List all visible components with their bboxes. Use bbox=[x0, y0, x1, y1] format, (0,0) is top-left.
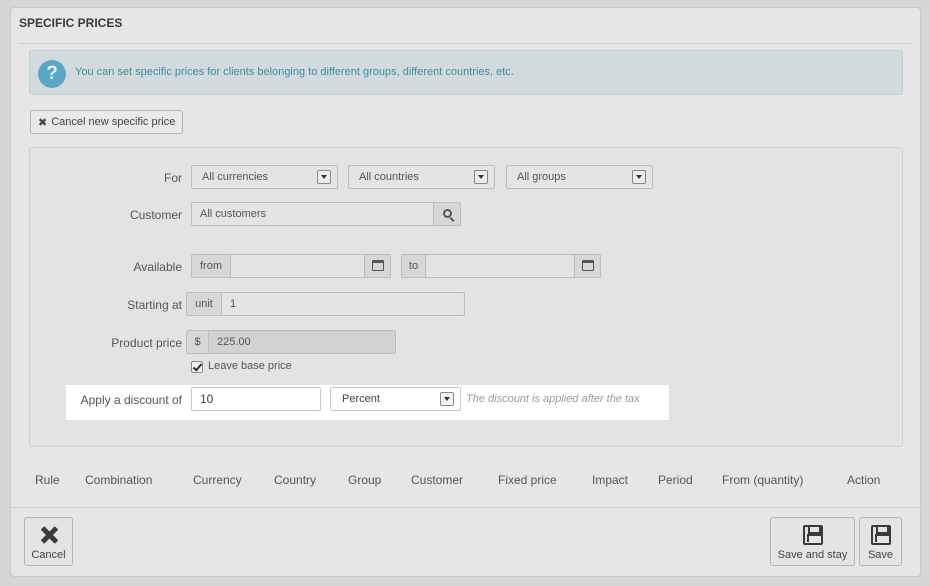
for-label: For bbox=[164, 171, 182, 185]
calendar-icon bbox=[582, 260, 594, 271]
discount-label: Apply a discount of bbox=[80, 393, 182, 407]
from-calendar-button[interactable] bbox=[364, 254, 391, 278]
customer-search-input[interactable]: All customers bbox=[191, 202, 434, 226]
chevron-down-icon bbox=[474, 170, 488, 184]
save-icon bbox=[870, 525, 891, 545]
group-select[interactable]: All groups bbox=[506, 165, 653, 189]
discount-hint: The discount is applied after the tax bbox=[466, 393, 640, 405]
panel-title: SPECIFIC PRICES bbox=[19, 16, 912, 44]
close-icon bbox=[40, 526, 58, 544]
customer-search-button[interactable] bbox=[433, 202, 461, 226]
leave-base-price-label: Leave base price bbox=[208, 360, 292, 372]
currency-symbol-addon: $ bbox=[186, 330, 209, 354]
save-button[interactable]: Save bbox=[859, 517, 902, 566]
column-header-customer: Customer bbox=[411, 473, 464, 487]
chevron-down-icon bbox=[317, 170, 331, 184]
starting-at-input[interactable]: 1 bbox=[221, 292, 465, 316]
to-date-input[interactable] bbox=[425, 254, 575, 278]
from-date-input[interactable] bbox=[230, 254, 365, 278]
discount-amount-input[interactable]: 10 bbox=[191, 387, 321, 411]
column-header-from-quantity: From (quantity) bbox=[722, 473, 804, 487]
column-header-rule: Rule bbox=[35, 473, 60, 487]
cancel-new-specific-price-button[interactable]: ✖ Cancel new specific price bbox=[30, 110, 183, 134]
country-select-value: All countries bbox=[359, 171, 419, 183]
column-header-action: Action bbox=[847, 473, 881, 487]
to-addon: to bbox=[401, 254, 426, 278]
group-select-value: All groups bbox=[517, 171, 566, 183]
product-price-input[interactable]: 225.00 bbox=[208, 330, 396, 354]
save-button-label: Save bbox=[867, 549, 894, 561]
currency-select[interactable]: All currencies bbox=[191, 165, 338, 189]
column-header-group: Group bbox=[348, 473, 382, 487]
cancel-new-specific-price-label: Cancel new specific price bbox=[51, 116, 176, 128]
chevron-down-icon bbox=[440, 392, 454, 406]
save-and-stay-button-label: Save and stay bbox=[777, 549, 848, 561]
unit-addon: unit bbox=[186, 292, 222, 316]
specific-prices-panel: SPECIFIC PRICES ? You can set specific p… bbox=[10, 7, 921, 577]
close-icon: ✖ bbox=[38, 116, 48, 129]
column-header-currency: Currency bbox=[193, 473, 242, 487]
info-alert: ? You can set specific prices for client… bbox=[29, 50, 903, 95]
cancel-button-label: Cancel bbox=[31, 549, 66, 561]
column-header-fixed-price: Fixed price bbox=[498, 473, 557, 487]
available-label: Available bbox=[133, 260, 182, 274]
country-select[interactable]: All countries bbox=[348, 165, 495, 189]
info-alert-text: You can set specific prices for clients … bbox=[75, 66, 514, 78]
question-icon: ? bbox=[38, 60, 66, 88]
cancel-button[interactable]: Cancel bbox=[24, 517, 73, 566]
starting-at-label: Starting at bbox=[127, 298, 182, 312]
customer-label: Customer bbox=[129, 208, 182, 222]
calendar-icon bbox=[372, 260, 384, 271]
product-price-label: Product price bbox=[111, 336, 182, 350]
discount-type-select[interactable]: Percent bbox=[330, 387, 461, 411]
column-header-period: Period bbox=[658, 473, 693, 487]
search-icon bbox=[443, 209, 452, 218]
discount-type-value: Percent bbox=[342, 393, 380, 405]
column-header-combination: Combination bbox=[85, 473, 153, 487]
save-and-stay-button[interactable]: Save and stay bbox=[770, 517, 855, 566]
save-icon bbox=[802, 525, 823, 545]
to-calendar-button[interactable] bbox=[574, 254, 601, 278]
leave-base-price-checkbox[interactable] bbox=[191, 361, 203, 373]
column-header-country: Country bbox=[274, 473, 317, 487]
from-addon: from bbox=[191, 254, 231, 278]
currency-select-value: All currencies bbox=[202, 171, 269, 183]
column-header-impact: Impact bbox=[592, 473, 629, 487]
chevron-down-icon bbox=[632, 170, 646, 184]
